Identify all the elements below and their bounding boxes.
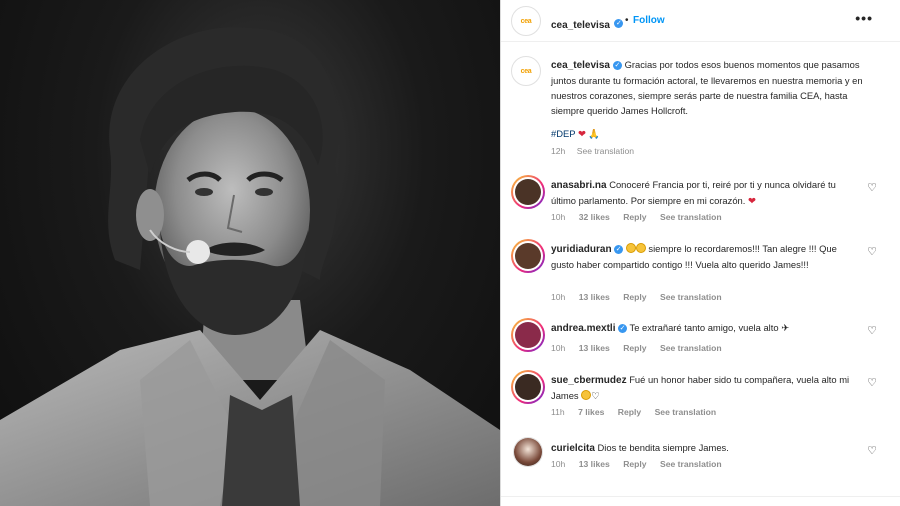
comment-username[interactable]: curielcita — [551, 443, 595, 454]
follow-button[interactable]: Follow — [633, 15, 665, 26]
hashtag-link[interactable]: #DEP — [551, 128, 575, 139]
comment-meta: 11h 7 likes Reply See translation — [551, 407, 727, 417]
comment-username[interactable]: anasabri.na — [551, 180, 607, 191]
caption-text: cea_televisa ✓ Gracias por todos esos bue… — [551, 57, 881, 159]
smile-emoji-icon — [581, 390, 592, 400]
portrait-image — [0, 27, 500, 506]
heart-emoji: ❤ — [577, 128, 586, 139]
comment-body: Dios te bendita siempre James. — [597, 442, 729, 453]
verified-icon: ✓ — [614, 245, 624, 255]
commenter-avatar — [515, 322, 541, 348]
like-heart-icon[interactable]: ♡ — [867, 181, 877, 194]
comment-meta: 10h 13 likes Reply See translation — [551, 459, 733, 469]
commenter-avatar[interactable] — [513, 437, 543, 467]
comment-text: sue_cbermudez Fué un honor haber sido tu… — [551, 372, 851, 403]
post-username[interactable]: cea_televisa — [551, 20, 610, 31]
caption-username[interactable]: cea_televisa — [551, 60, 610, 71]
caption-see-translation[interactable]: See translation — [577, 146, 634, 156]
like-heart-icon[interactable]: ♡ — [867, 245, 877, 258]
post-header: cea cea_televisa ✓ • Follow ••• — [501, 0, 900, 42]
comment-likes[interactable]: 13 likes — [579, 343, 610, 353]
pray-emoji-icon: 🙏 — [588, 128, 601, 139]
commenter-avatar — [515, 243, 541, 269]
crying-emoji-icon — [625, 243, 636, 253]
comment-username[interactable]: yuridiaduran — [551, 244, 612, 255]
plane-emoji-icon: ✈ — [781, 322, 790, 333]
heart-emoji: ❤ — [747, 195, 756, 206]
comment-time: 10h — [551, 292, 566, 302]
comment-text: anasabri.na Conoceré Francia por ti, rei… — [551, 177, 851, 208]
verified-icon: ✓ — [612, 61, 622, 71]
reply-button[interactable]: Reply — [623, 343, 646, 353]
story-ring[interactable] — [511, 370, 545, 404]
comment-likes[interactable]: 7 likes — [578, 407, 604, 417]
reply-button[interactable]: Reply — [623, 292, 646, 302]
comment-likes[interactable]: 13 likes — [579, 292, 610, 302]
commenter-avatar — [515, 179, 541, 205]
action-bar — [501, 496, 900, 506]
comment-username[interactable]: andrea.mextli — [551, 323, 615, 334]
reply-button[interactable]: Reply — [623, 459, 646, 469]
caption-time: 12h — [551, 146, 566, 156]
comment-likes[interactable]: 13 likes — [579, 459, 610, 469]
commenter-avatar — [515, 374, 541, 400]
heart-outline-emoji: ♡ — [591, 390, 600, 401]
comment-time: 10h — [551, 212, 566, 222]
see-translation-button[interactable]: See translation — [660, 212, 722, 222]
story-ring[interactable] — [511, 318, 545, 352]
reply-button[interactable]: Reply — [618, 407, 641, 417]
comment-body: Te extrañaré tanto amigo, vuela alto — [629, 322, 779, 333]
like-heart-icon[interactable]: ♡ — [867, 376, 877, 389]
comment-time: 10h — [551, 459, 566, 469]
story-ring[interactable] — [511, 175, 545, 209]
comment-username[interactable]: sue_cbermudez — [551, 375, 627, 386]
post-panel: cea cea_televisa ✓ • Follow ••• cea cea_… — [500, 0, 900, 506]
comment-meta: 10h 13 likes Reply See translation — [551, 292, 733, 302]
see-translation-button[interactable]: See translation — [660, 343, 722, 353]
caption-avatar[interactable]: cea — [511, 56, 541, 86]
see-translation-button[interactable]: See translation — [660, 459, 722, 469]
reply-button[interactable]: Reply — [623, 212, 646, 222]
comment-likes[interactable]: 32 likes — [579, 212, 610, 222]
more-options-icon[interactable]: ••• — [855, 10, 873, 26]
see-translation-button[interactable]: See translation — [660, 292, 722, 302]
account-avatar[interactable]: cea — [511, 6, 541, 36]
comment-text: curielcita Dios te bendita siempre James… — [551, 440, 851, 456]
comment-text: andrea.mextli ✓ Te extrañaré tanto amigo… — [551, 320, 851, 336]
separator-dot: • — [625, 15, 629, 26]
comment-time: 10h — [551, 343, 566, 353]
comment-meta: 10h 13 likes Reply See translation — [551, 343, 733, 353]
verified-icon: ✓ — [614, 19, 624, 29]
like-heart-icon[interactable]: ♡ — [867, 324, 877, 337]
cea-logo: cea — [520, 67, 532, 75]
story-ring[interactable] — [511, 239, 545, 273]
comment-meta: 10h 32 likes Reply See translation — [551, 212, 733, 222]
like-heart-icon[interactable]: ♡ — [867, 444, 877, 457]
crying-emoji-icon — [635, 243, 646, 253]
see-translation-button[interactable]: See translation — [655, 407, 717, 417]
verified-icon: ✓ — [618, 324, 628, 334]
comment-text: yuridiaduran ✓ siempre lo recordaremos!!… — [551, 241, 851, 272]
caption-meta: 12h See translation — [551, 144, 881, 159]
comment-time: 11h — [551, 407, 565, 417]
cea-logo: cea — [520, 17, 532, 25]
post-photo — [0, 0, 500, 506]
